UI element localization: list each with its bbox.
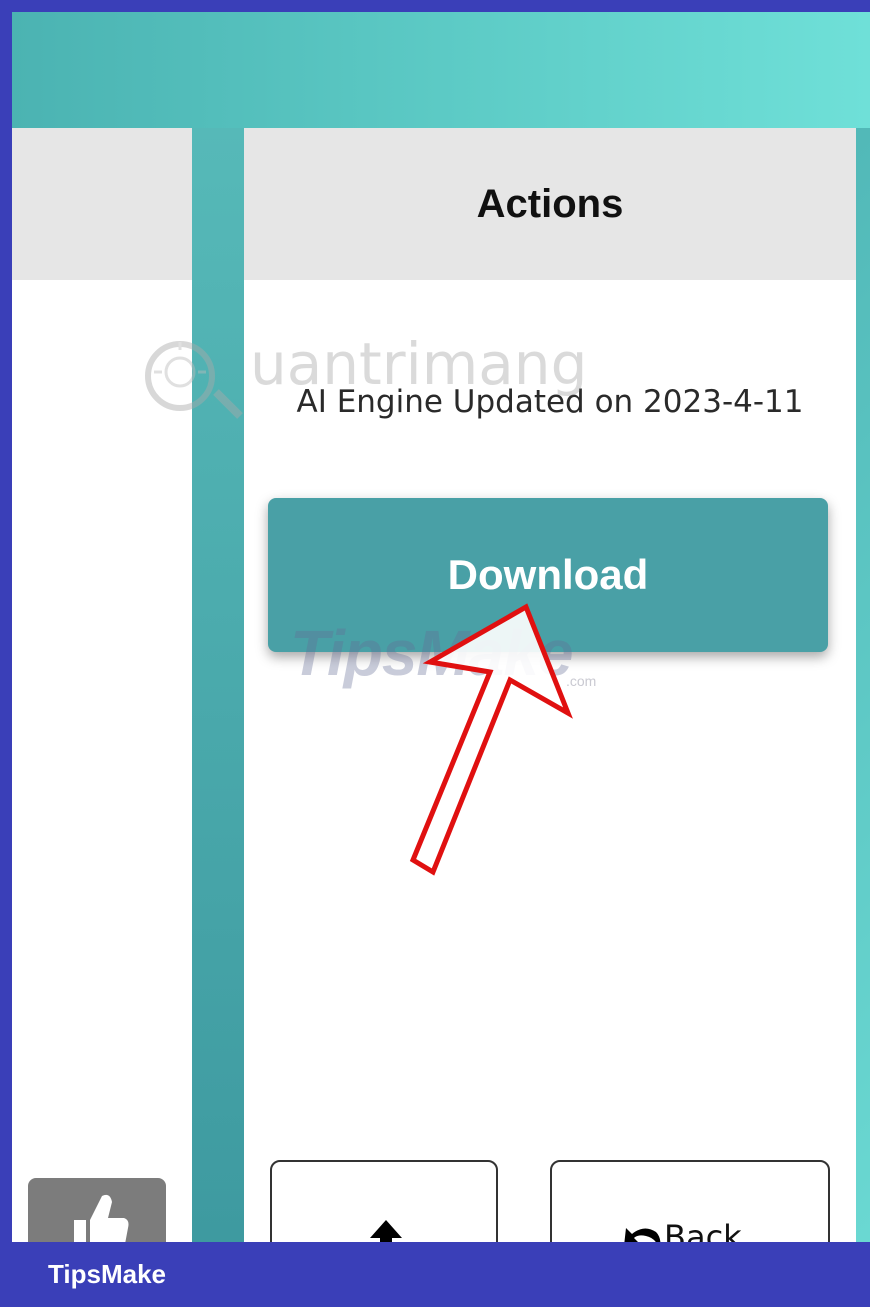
actions-title: Actions <box>476 181 624 226</box>
brand-bar: TipsMake <box>0 1242 870 1307</box>
actions-header: Actions <box>244 128 856 280</box>
lightbulb-watermark-icon <box>145 341 243 419</box>
site-watermark-text: uantrimang <box>250 330 588 398</box>
left-panel <box>12 128 192 1242</box>
top-strip <box>12 12 870 128</box>
back-label: Back <box>664 1218 742 1242</box>
left-panel-header <box>12 128 192 280</box>
back-button[interactable]: Back <box>550 1160 830 1242</box>
like-button[interactable] <box>28 1178 166 1242</box>
gutter <box>192 128 244 1242</box>
undo-arrow-icon <box>624 1228 661 1242</box>
brand-label: TipsMake <box>48 1259 167 1289</box>
arrow-up-icon <box>370 1220 402 1242</box>
tipsmake-watermark: TipsMake <box>290 617 573 689</box>
thumbs-up-icon <box>74 1194 129 1242</box>
upload-button[interactable] <box>270 1160 498 1242</box>
tipsmake-watermark-suffix: .com <box>566 673 597 689</box>
